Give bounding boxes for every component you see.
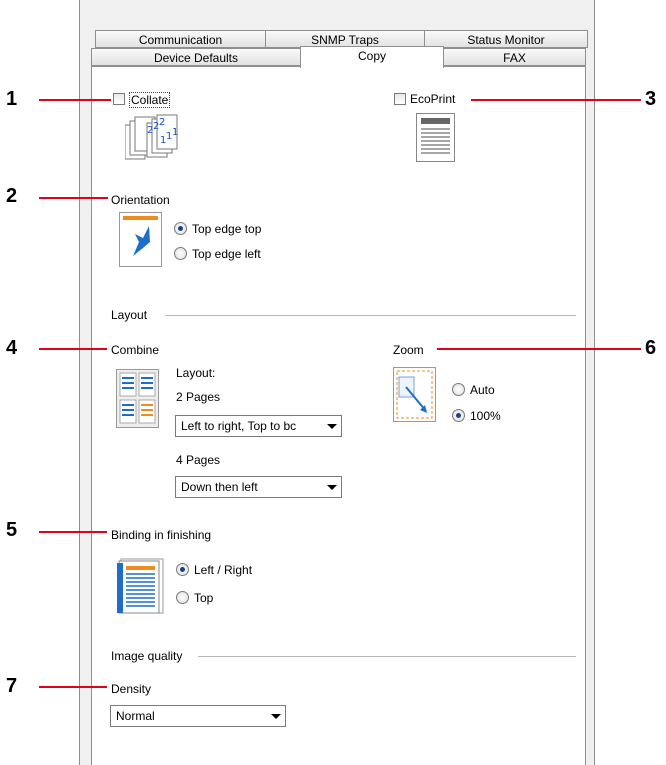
callout-number-4: 4: [6, 337, 18, 359]
chevron-down-icon: [327, 485, 337, 490]
callout-line-2: [39, 197, 108, 199]
zoom-radio-100[interactable]: [452, 409, 465, 422]
orientation-radio-top-edge-top[interactable]: [174, 222, 187, 235]
image-quality-heading: Image quality: [111, 649, 183, 663]
zoom-label-auto[interactable]: Auto: [470, 383, 495, 397]
chevron-down-icon: [271, 714, 281, 719]
binding-label-left-right[interactable]: Left / Right: [194, 563, 252, 577]
zoom-heading: Zoom: [393, 343, 424, 357]
svg-text:1: 1: [172, 127, 178, 138]
callout-number-1: 1: [6, 88, 18, 110]
callout-line-5: [39, 531, 107, 533]
ecoprint-page-icon: [416, 113, 455, 162]
combine-heading: Combine: [111, 343, 160, 357]
svg-text:2: 2: [159, 117, 165, 128]
callout-line-1: [39, 99, 111, 101]
layout-group-divider: [165, 315, 576, 316]
density-label: Density: [111, 682, 152, 696]
binding-radio-left-right[interactable]: [176, 563, 189, 576]
combine-4-pages-value: Down then left: [181, 480, 258, 494]
callout-number-2: 2: [6, 185, 18, 207]
tab-device-defaults[interactable]: Device Defaults: [91, 48, 301, 66]
combine-pages-icon: [116, 369, 159, 428]
combine-2-pages-value: Left to right, Top to bc: [181, 419, 297, 433]
chevron-down-icon: [327, 424, 337, 429]
collate-stack-icon: 2 2 2 1 1 1: [125, 114, 178, 160]
binding-book-icon: [117, 558, 164, 614]
combine-2-pages-select[interactable]: Left to right, Top to bc: [175, 415, 342, 437]
image-quality-divider: [198, 656, 576, 657]
orientation-radio-top-edge-left[interactable]: [174, 247, 187, 260]
callout-line-7: [39, 686, 107, 688]
orientation-label-top-edge-top[interactable]: Top edge top: [192, 222, 261, 236]
ecoprint-checkbox[interactable]: [394, 93, 406, 105]
orientation-portrait-icon: [119, 212, 162, 267]
callout-line-4: [39, 348, 107, 350]
callout-line-3: [471, 99, 641, 101]
zoom-radio-auto[interactable]: [452, 383, 465, 396]
orientation-heading: Orientation: [111, 193, 170, 207]
zoom-scale-icon: [393, 367, 436, 422]
ecoprint-label[interactable]: EcoPrint: [410, 92, 455, 106]
binding-heading: Binding in finishing: [111, 528, 212, 542]
combine-2-pages-label: 2 Pages: [176, 390, 221, 404]
tab-copy[interactable]: Copy: [300, 46, 444, 68]
collate-label[interactable]: Collate: [129, 92, 171, 108]
binding-radio-top[interactable]: [176, 591, 189, 604]
combine-layout-label: Layout:: [176, 366, 216, 380]
combine-4-pages-select[interactable]: Down then left: [175, 476, 342, 498]
callout-line-6: [437, 348, 641, 350]
tab-communication[interactable]: Communication: [95, 30, 266, 48]
orientation-label-top-edge-left[interactable]: Top edge left: [192, 247, 261, 261]
callout-number-3: 3: [645, 88, 657, 110]
binding-label-top[interactable]: Top: [194, 591, 213, 605]
combine-4-pages-label: 4 Pages: [176, 453, 221, 467]
zoom-label-100[interactable]: 100%: [470, 409, 501, 423]
tab-fax[interactable]: FAX: [443, 48, 586, 66]
callout-number-7: 7: [6, 675, 18, 697]
density-value: Normal: [116, 709, 155, 723]
density-select[interactable]: Normal: [110, 705, 286, 727]
callout-number-5: 5: [6, 519, 18, 541]
tab-status-monitor[interactable]: Status Monitor: [424, 30, 588, 48]
collate-checkbox[interactable]: [113, 93, 125, 105]
callout-number-6: 6: [645, 337, 657, 359]
layout-group-heading: Layout: [111, 308, 148, 322]
